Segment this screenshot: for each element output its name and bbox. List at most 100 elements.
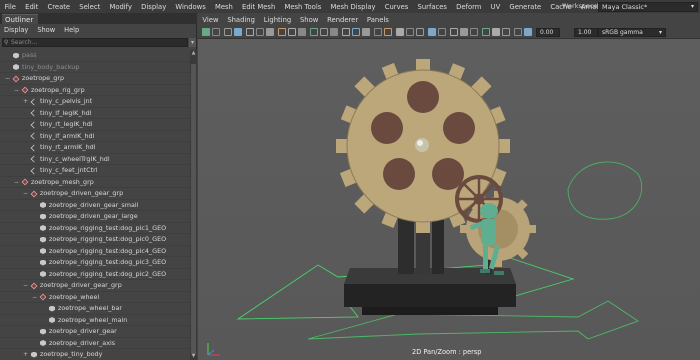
viewport-tool-icon[interactable] bbox=[438, 28, 446, 36]
expand-icon[interactable]: + bbox=[22, 96, 29, 107]
outliner-row[interactable]: zoetrope_rigging_test:dog_pic2_GEO bbox=[0, 269, 190, 280]
menu-mesh[interactable]: Mesh bbox=[210, 3, 237, 11]
menu-curves[interactable]: Curves bbox=[380, 3, 413, 11]
expand-icon[interactable]: + bbox=[22, 349, 29, 360]
scroll-up-icon[interactable]: ▲ bbox=[190, 50, 197, 57]
outliner-row[interactable]: tiny_rt_armIK_hdl bbox=[0, 142, 190, 154]
viewport-tool-icon[interactable] bbox=[460, 28, 468, 36]
viewport-tool-icon[interactable] bbox=[278, 28, 286, 36]
outliner-row[interactable]: + tiny_c_pelvis_jnt bbox=[0, 96, 190, 108]
viewport-tool-icon[interactable] bbox=[492, 28, 500, 36]
collapse-icon[interactable]: − bbox=[31, 292, 38, 303]
outliner-row[interactable]: − zoetrope_wheel bbox=[0, 292, 190, 303]
collapse-icon[interactable]: − bbox=[13, 177, 20, 188]
viewport-menu-show[interactable]: Show bbox=[296, 16, 323, 24]
scroll-down-icon[interactable]: ▼ bbox=[190, 353, 197, 360]
menu-mesh-tools[interactable]: Mesh Tools bbox=[280, 3, 326, 11]
scrollbar-thumb[interactable] bbox=[191, 64, 196, 354]
3d-viewport[interactable]: 2D Pan/Zoom : persp bbox=[198, 39, 700, 360]
outliner-row[interactable]: zoetrope_rigging_test:dog_pic3_GEO bbox=[0, 257, 190, 269]
viewport-tool-icon[interactable] bbox=[396, 28, 404, 36]
viewport-tool-icon[interactable] bbox=[374, 28, 382, 36]
viewport-tool-icon[interactable] bbox=[246, 28, 254, 36]
viewport-tool-icon[interactable] bbox=[406, 28, 414, 36]
outliner-row[interactable]: zoetrope_rigging_test:dog_pic1_GEO bbox=[0, 223, 190, 234]
viewport-tool-icon[interactable] bbox=[428, 28, 436, 36]
workspace-dropdown[interactable]: Maya Classic* ▾ bbox=[598, 1, 698, 12]
viewport-tool-icon[interactable] bbox=[416, 28, 424, 36]
outliner-row[interactable]: tiny_body_backup bbox=[0, 62, 190, 73]
menu-mesh-display[interactable]: Mesh Display bbox=[326, 3, 380, 11]
outliner-row[interactable]: − zoetrope_mesh_grp bbox=[0, 177, 190, 188]
viewport-tool-icon[interactable] bbox=[482, 28, 490, 36]
viewport-tool-icon[interactable] bbox=[288, 28, 296, 36]
collapse-icon[interactable]: − bbox=[13, 85, 20, 96]
viewport-menu-shading[interactable]: Shading bbox=[223, 16, 259, 24]
outliner-row[interactable]: zoetrope_rigging_test:dog_pic4_GEO bbox=[0, 246, 190, 257]
viewport-tool-icon[interactable] bbox=[256, 28, 264, 36]
collapse-icon[interactable]: − bbox=[4, 73, 11, 84]
viewport-tool-icon[interactable] bbox=[234, 28, 242, 36]
viewport-tool-icon[interactable] bbox=[502, 28, 510, 36]
exposure-field[interactable]: 0.00 bbox=[536, 28, 560, 37]
outliner-row[interactable]: zoetrope_driven_gear_large bbox=[0, 211, 190, 223]
outliner-menu-show[interactable]: Show bbox=[33, 26, 60, 34]
menu-display[interactable]: Display bbox=[137, 3, 171, 11]
menu-uv[interactable]: UV bbox=[486, 3, 505, 11]
viewport-tool-icon[interactable] bbox=[384, 28, 392, 36]
menu-deform[interactable]: Deform bbox=[452, 3, 486, 11]
outliner-menu-help[interactable]: Help bbox=[60, 26, 84, 34]
viewport-menu-view[interactable]: View bbox=[198, 16, 223, 24]
outliner-row[interactable]: zoetrope_wheel_main bbox=[0, 315, 190, 326]
outliner-row[interactable]: tiny_c_wheelTrgIK_hdl bbox=[0, 154, 190, 165]
menu-edit[interactable]: Edit bbox=[21, 3, 43, 11]
viewport-tool-icon[interactable] bbox=[266, 28, 274, 36]
gamma-field[interactable]: 1.00 bbox=[574, 28, 598, 37]
outliner-row[interactable]: zoetrope_driven_gear_small bbox=[0, 200, 190, 211]
outliner-row[interactable]: − zoetrope_driven_gear_grp bbox=[0, 188, 190, 200]
search-input[interactable]: ⚲ Search... bbox=[2, 38, 188, 47]
viewport-tool-icon[interactable] bbox=[342, 28, 350, 36]
viewport-tool-icon[interactable] bbox=[362, 28, 370, 36]
viewport-tool-icon[interactable] bbox=[224, 28, 232, 36]
viewport-tool-icon[interactable] bbox=[320, 28, 328, 36]
menu-create[interactable]: Create bbox=[43, 3, 75, 11]
viewport-tool-icon[interactable] bbox=[330, 28, 338, 36]
outliner-row[interactable]: − zoetrope_grp bbox=[0, 73, 190, 85]
outliner-row[interactable]: − zoetrope_driver_gear_grp bbox=[0, 280, 190, 292]
outliner-row[interactable]: zoetrope_wheel_bar bbox=[0, 303, 190, 315]
outliner-row[interactable]: − zoetrope_rig_grp bbox=[0, 85, 190, 96]
tab-outliner[interactable]: Outliner bbox=[2, 14, 38, 24]
viewport-tool-icon[interactable] bbox=[524, 28, 532, 36]
outliner-menu-display[interactable]: Display bbox=[0, 26, 33, 34]
outliner-row[interactable]: zoetrope_driver_axis bbox=[0, 338, 190, 349]
menu-surfaces[interactable]: Surfaces bbox=[413, 3, 452, 11]
outliner-row[interactable]: pass bbox=[0, 50, 190, 62]
viewport-menu-lighting[interactable]: Lighting bbox=[259, 16, 295, 24]
outliner-row[interactable]: tiny_lf_legIK_hdl bbox=[0, 108, 190, 119]
outliner-row[interactable]: + zoetrope_tiny_body bbox=[0, 349, 190, 360]
viewport-tool-icon[interactable] bbox=[450, 28, 458, 36]
outliner-row[interactable]: zoetrope_rigging_test:dog_pic0_GEO bbox=[0, 234, 190, 246]
color-space-dropdown[interactable]: sRGB gamma ▾ bbox=[598, 28, 666, 37]
viewport-tool-icon[interactable] bbox=[470, 28, 478, 36]
viewport-tool-icon[interactable] bbox=[310, 28, 318, 36]
menu-windows[interactable]: Windows bbox=[171, 3, 211, 11]
viewport-tool-icon[interactable] bbox=[514, 28, 522, 36]
outliner-row[interactable]: zoetrope_driver_gear bbox=[0, 326, 190, 338]
collapse-icon[interactable]: − bbox=[22, 188, 29, 199]
menu-modify[interactable]: Modify bbox=[105, 3, 137, 11]
menu-select[interactable]: Select bbox=[75, 3, 105, 11]
outliner-scrollbar[interactable]: ▲ ▼ bbox=[190, 50, 197, 360]
viewport-menu-renderer[interactable]: Renderer bbox=[323, 16, 363, 24]
menu-edit-mesh[interactable]: Edit Mesh bbox=[237, 3, 279, 11]
menu-generate[interactable]: Generate bbox=[505, 3, 546, 11]
viewport-menu-panels[interactable]: Panels bbox=[363, 16, 394, 24]
collapse-icon[interactable]: − bbox=[22, 280, 29, 291]
viewport-tool-icon[interactable] bbox=[352, 28, 360, 36]
menu-file[interactable]: File bbox=[0, 3, 21, 11]
outliner-row[interactable]: tiny_lf_armIK_hdl bbox=[0, 131, 190, 142]
viewport-tool-icon[interactable] bbox=[298, 28, 306, 36]
search-options-button[interactable]: ▾ bbox=[189, 38, 196, 47]
viewport-tool-icon[interactable] bbox=[202, 28, 210, 36]
